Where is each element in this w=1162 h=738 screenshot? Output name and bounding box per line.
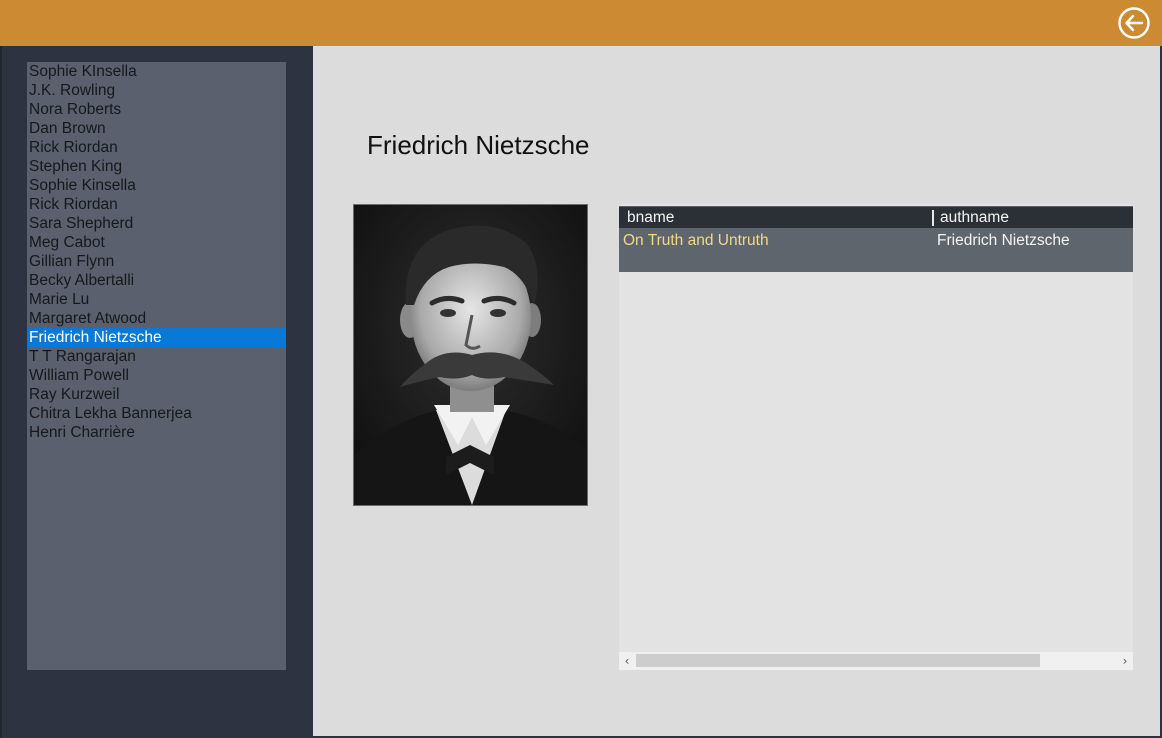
author-list-item[interactable]: Nora Roberts (27, 100, 286, 119)
author-list-item[interactable]: Sara Shepherd (27, 214, 286, 233)
back-icon[interactable] (1117, 6, 1151, 40)
author-list-item[interactable]: Rick Riordan (27, 138, 286, 157)
author-list-item[interactable]: Sophie KInsella (27, 62, 286, 81)
author-photo (353, 204, 588, 506)
author-list-item-selected[interactable]: Friedrich Nietzsche (27, 328, 286, 347)
author-list-item[interactable]: Henri Charrière (27, 423, 286, 442)
author-list-item[interactable]: T T Rangarajan (27, 347, 286, 366)
author-list-item[interactable]: J.K. Rowling (27, 81, 286, 100)
author-list-item[interactable]: Chitra Lekha Bannerjea (27, 404, 286, 423)
author-list-item[interactable]: Rick Riordan (27, 195, 286, 214)
author-list-item[interactable]: Marie Lu (27, 290, 286, 309)
table-header: bname authname (619, 206, 1133, 228)
author-list-item[interactable]: Margaret Atwood (27, 309, 286, 328)
author-name-heading: Friedrich Nietzsche (367, 130, 590, 160)
author-list-item[interactable]: William Powell (27, 366, 286, 385)
author-portrait-image (354, 205, 587, 505)
scroll-left-icon[interactable]: ‹ (619, 652, 635, 670)
column-header-authname[interactable]: authname (940, 207, 1009, 229)
table-row[interactable]: On Truth and Untruth Friedrich Nietzsche (619, 228, 1133, 272)
author-list-item[interactable]: Stephen King (27, 157, 286, 176)
author-list[interactable]: Sophie KInsella J.K. Rowling Nora Robert… (27, 62, 286, 670)
author-list-item[interactable]: Sophie Kinsella (27, 176, 286, 195)
horizontal-scrollbar[interactable]: ‹ › (619, 652, 1133, 670)
author-list-item[interactable]: Becky Albertalli (27, 271, 286, 290)
cell-bname: On Truth and Untruth (623, 232, 769, 249)
author-list-item[interactable]: Ray Kurzweil (27, 385, 286, 404)
cell-authname: Friedrich Nietzsche (937, 232, 1070, 249)
column-header-bname[interactable]: bname (627, 207, 674, 229)
scrollbar-thumb[interactable] (636, 654, 1040, 667)
column-divider[interactable] (932, 210, 934, 226)
scroll-right-icon[interactable]: › (1117, 652, 1133, 670)
author-list-item[interactable]: Meg Cabot (27, 233, 286, 252)
author-list-item[interactable]: Dan Brown (27, 119, 286, 138)
top-bar (0, 0, 1162, 46)
books-table[interactable]: bname authname On Truth and Untruth Frie… (619, 204, 1133, 670)
author-list-item[interactable]: Gillian Flynn (27, 252, 286, 271)
